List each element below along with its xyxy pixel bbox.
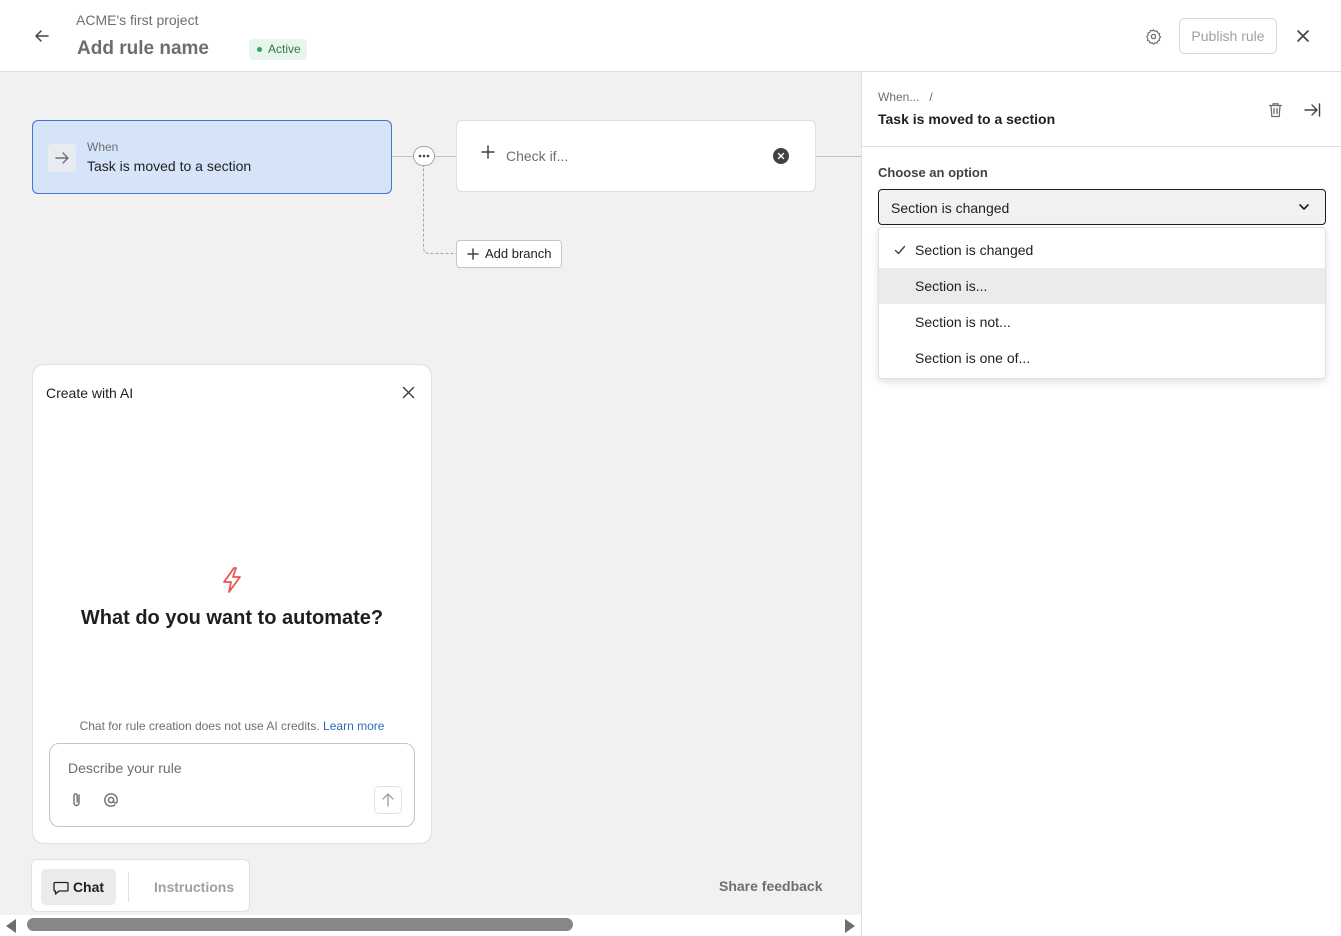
close-icon — [777, 152, 785, 160]
publish-rule-button[interactable]: Publish rule — [1179, 18, 1277, 54]
workflow-canvas[interactable]: When Task is moved to a section Check if… — [0, 72, 861, 936]
scrollbar-thumb[interactable] — [27, 918, 573, 931]
ellipsis-icon — [418, 154, 430, 158]
connector-line — [392, 156, 414, 157]
at-mention-icon[interactable] — [102, 791, 120, 809]
select-value: Section is changed — [891, 200, 1010, 216]
panel-header: When... / Task is moved to a section — [862, 72, 1341, 147]
tab-divider — [128, 872, 129, 902]
check-if-card[interactable]: Check if... — [456, 120, 816, 192]
breadcrumb-when[interactable]: When... — [878, 90, 919, 104]
tab-instructions[interactable]: Instructions — [154, 879, 234, 895]
arrow-up-icon — [382, 793, 394, 807]
ai-credits-note: Chat for rule creation does not use AI c… — [33, 719, 431, 733]
choose-option-label: Choose an option — [878, 165, 988, 180]
option-dropdown-menu: Section is changed Section is... Section… — [878, 227, 1326, 379]
trigger-when-label: When — [87, 140, 119, 154]
check-if-label: Check if... — [506, 148, 569, 164]
settings-button[interactable] — [1140, 23, 1166, 49]
ai-note-text: Chat for rule creation does not use AI c… — [79, 719, 320, 733]
breadcrumb-separator: / — [929, 90, 933, 104]
tab-chat[interactable]: Chat — [41, 869, 116, 905]
arrow-left-icon — [35, 30, 49, 42]
checkmark-icon — [894, 245, 906, 255]
option-label: Section is changed — [915, 242, 1034, 258]
rule-detail-panel: When... / Task is moved to a section Choo… — [861, 72, 1341, 936]
option-section-is-changed[interactable]: Section is changed — [879, 232, 1325, 268]
option-label: Section is one of... — [915, 350, 1031, 366]
ai-panel-title: Create with AI — [46, 385, 134, 401]
learn-more-link[interactable]: Learn more — [323, 719, 384, 733]
ai-heading: What do you want to automate? — [80, 607, 384, 629]
create-with-ai-panel: Create with AI What do you want to autom… — [32, 364, 432, 844]
collapse-right-icon — [1303, 103, 1320, 117]
back-button[interactable] — [28, 22, 56, 50]
gear-icon — [1145, 28, 1161, 45]
branch-connector — [423, 166, 457, 254]
close-icon — [402, 386, 414, 398]
describe-rule-placeholder: Describe your rule — [68, 760, 182, 776]
chat-bubble-icon — [53, 881, 69, 895]
connector-line — [434, 156, 456, 157]
option-label: Section is not... — [915, 314, 1011, 330]
top-header: ACME's first project Add rule name Activ… — [0, 0, 1341, 72]
option-label: Section is... — [915, 278, 988, 294]
option-select[interactable]: Section is changed — [878, 189, 1326, 225]
remove-check-button[interactable] — [773, 148, 789, 164]
trigger-text: Task is moved to a section — [87, 158, 252, 174]
tab-chat-label: Chat — [72, 879, 105, 895]
more-options-button[interactable] — [413, 146, 435, 166]
ai-panel-close-button[interactable] — [397, 381, 419, 403]
rule-name-field[interactable]: Add rule name — [77, 38, 209, 60]
add-branch-button[interactable]: Add branch — [456, 240, 562, 268]
panel-tab-bar: Chat Instructions — [31, 859, 250, 912]
delete-button[interactable] — [1264, 99, 1286, 121]
plus-icon — [481, 145, 495, 159]
option-section-is-not[interactable]: Section is not... — [879, 304, 1325, 340]
scroll-right-arrow[interactable] — [845, 919, 855, 933]
horizontal-scrollbar[interactable] — [0, 915, 861, 936]
describe-rule-input[interactable]: Describe your rule — [49, 743, 415, 827]
close-button[interactable] — [1290, 23, 1316, 49]
project-name[interactable]: ACME's first project — [76, 12, 198, 28]
chevron-down-icon — [1299, 204, 1309, 210]
paperclip-icon[interactable] — [68, 791, 86, 809]
option-section-is[interactable]: Section is... — [879, 268, 1325, 304]
add-branch-label: Add branch — [485, 246, 552, 261]
trash-icon — [1268, 103, 1282, 118]
scroll-left-arrow[interactable] — [6, 919, 16, 933]
close-icon — [1297, 30, 1309, 42]
lightning-bolt-icon — [223, 567, 241, 593]
plus-icon — [467, 248, 479, 260]
share-feedback-link[interactable]: Share feedback — [719, 878, 823, 894]
status-badge: Active — [249, 39, 307, 60]
connector-line — [816, 156, 861, 157]
panel-title: Task is moved to a section — [878, 111, 1056, 127]
send-button[interactable] — [374, 786, 402, 814]
arrow-right-icon — [48, 144, 76, 172]
collapse-panel-button[interactable] — [1301, 99, 1323, 121]
trigger-card[interactable]: When Task is moved to a section — [32, 120, 392, 194]
breadcrumb: When... / — [878, 90, 933, 104]
option-section-is-one-of[interactable]: Section is one of... — [879, 340, 1325, 376]
